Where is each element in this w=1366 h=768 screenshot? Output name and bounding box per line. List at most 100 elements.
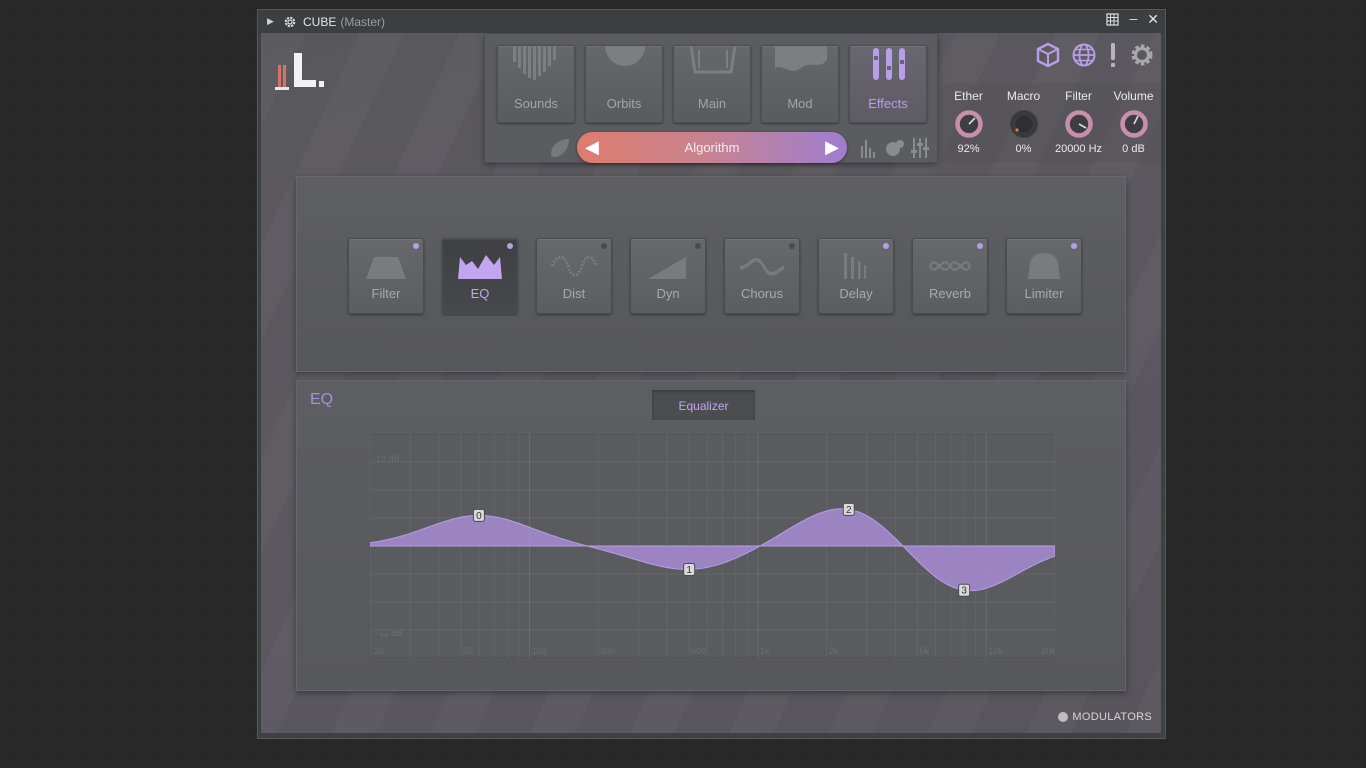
fx-enabled-dot: [601, 243, 607, 249]
eq-band-node[interactable]: 0: [472, 508, 485, 522]
effects-panel: Filter EQ Dist Dyn Chorus Delay Reverb L…: [296, 176, 1126, 372]
window-subtitle: (Master): [340, 14, 386, 29]
fx-limiter-button[interactable]: Limiter: [1006, 238, 1082, 314]
macro-name: Macro: [1006, 89, 1041, 103]
eq-graph[interactable]: 12 dB -12 dB 20 50 100 200 500 1k 2k 5k 10k 20k 0…: [370, 434, 1055, 658]
fx-enabled-dot: [883, 243, 889, 249]
macro-knob[interactable]: [1009, 109, 1039, 139]
freq-label: 1k: [760, 646, 770, 656]
macro-name: Volume: [1113, 89, 1154, 103]
orbits-icon: [605, 46, 645, 66]
freq-label: 500: [691, 646, 706, 656]
tab-sounds[interactable]: Sounds: [497, 45, 575, 123]
mixer-icon[interactable]: [910, 138, 930, 158]
eq-band-node[interactable]: 2: [842, 502, 855, 516]
macro-value: 0%: [1015, 143, 1032, 155]
freq-label: 10k: [988, 646, 1003, 656]
freq-label: 5k: [920, 646, 930, 656]
browser-icon[interactable]: [1106, 13, 1120, 26]
macro-knobs: Ether 92% Macro 0% Filter 20000 Hz Volum…: [941, 83, 1161, 163]
eq-band-node[interactable]: 1: [683, 562, 696, 576]
fx-label: Chorus: [741, 286, 783, 301]
algorithm-label: Algorithm: [684, 140, 740, 155]
macro-name: Ether: [954, 89, 983, 103]
fx-reverb-button[interactable]: Reverb: [912, 238, 988, 314]
settings-gear-icon[interactable]: [1129, 42, 1155, 68]
filter-knob[interactable]: [1064, 109, 1094, 139]
brand-logo: [275, 53, 324, 90]
fx-enabled-dot: [507, 243, 513, 249]
freq-label: 100: [532, 646, 547, 656]
fx-label: Limiter: [1024, 286, 1064, 301]
globe-icon[interactable]: [1071, 42, 1097, 68]
macro-name: Filter: [1065, 89, 1092, 103]
title-bar[interactable]: ▶ CUBE (Master) – ✕: [258, 10, 1165, 33]
main-icon: [689, 46, 737, 74]
fx-enabled-dot: [695, 243, 701, 249]
dyn-ramp-icon: [648, 257, 686, 279]
eq-title: EQ: [310, 391, 334, 408]
ether-knob[interactable]: [954, 109, 984, 139]
macro-volume: Volume 0 dB: [1106, 89, 1161, 155]
macro-macro: Macro 0%: [996, 89, 1051, 155]
freq-label: 20: [374, 646, 384, 656]
fx-filter-button[interactable]: Filter: [348, 238, 424, 314]
eq-band-label: 2: [846, 505, 852, 516]
navigation-panel: Sounds Orbits Main Mod Effects ◀ Algorit…: [484, 33, 938, 163]
modulators-label: MODULATORS: [1072, 711, 1152, 723]
fx-dist-button[interactable]: Dist: [536, 238, 612, 314]
freq-label: 20k: [1041, 646, 1055, 656]
spectrum-icon[interactable]: [860, 138, 878, 158]
collapse-arrow-icon[interactable]: ▶: [267, 16, 275, 27]
chorus-wave-icon: [739, 257, 785, 276]
fx-enabled-dot: [1071, 243, 1077, 249]
alert-icon[interactable]: [1107, 42, 1119, 68]
minimize-icon[interactable]: –: [1129, 11, 1137, 26]
plugin-body: Sounds Orbits Main Mod Effects ◀ Algorit…: [261, 33, 1161, 733]
eq-band-label: 1: [686, 565, 692, 576]
volume-knob[interactable]: [1119, 109, 1149, 139]
fx-label: Dyn: [656, 286, 680, 301]
modulators-toggle[interactable]: MODULATORS: [1058, 711, 1152, 723]
algorithm-selector[interactable]: ◀ Algorithm ▶: [577, 132, 847, 163]
eq-band-label: 3: [961, 586, 967, 597]
fx-label: EQ: [470, 286, 490, 301]
db-top-label: 12 dB: [376, 454, 400, 464]
fx-dyn-button[interactable]: Dyn: [630, 238, 706, 314]
fx-delay-button[interactable]: Delay: [818, 238, 894, 314]
eq-panel: EQ Equalizer 12 dB -12 dB 20 50 100 200 500 1…: [296, 380, 1126, 691]
equalizer-tab-label: Equalizer: [678, 399, 729, 413]
prev-arrow-icon[interactable]: ◀: [585, 132, 599, 163]
dist-wave-icon: [550, 255, 598, 277]
tab-mod[interactable]: Mod: [761, 45, 839, 123]
leaf-icon[interactable]: [549, 137, 571, 159]
eq-shape-icon: [458, 255, 502, 279]
plugin-gear-icon[interactable]: [283, 15, 297, 29]
blobs-icon[interactable]: [885, 138, 905, 158]
macro-value: 0 dB: [1122, 143, 1145, 155]
fx-label: Dist: [562, 286, 586, 301]
window-title: CUBE: [303, 14, 337, 29]
eq-band-label: 0: [476, 511, 482, 522]
tab-orbits[interactable]: Orbits: [585, 45, 663, 123]
fx-eq-button[interactable]: EQ: [442, 238, 518, 314]
fx-label: Reverb: [929, 286, 971, 301]
mod-icon: [775, 46, 827, 71]
tab-label: Sounds: [513, 96, 559, 111]
effects-icon: [873, 48, 905, 80]
tab-main[interactable]: Main: [673, 45, 751, 123]
fx-enabled-dot: [413, 243, 419, 249]
close-icon[interactable]: ✕: [1147, 12, 1159, 26]
macro-value: 20000 Hz: [1054, 143, 1103, 155]
fx-chorus-button[interactable]: Chorus: [724, 238, 800, 314]
next-arrow-icon[interactable]: ▶: [825, 132, 839, 163]
reverb-wave-icon: [929, 261, 971, 271]
macro-filter: Filter 20000 Hz: [1051, 89, 1106, 155]
tab-label: Mod: [787, 96, 813, 111]
cube-icon[interactable]: [1035, 42, 1061, 68]
equalizer-tab[interactable]: Equalizer: [651, 389, 756, 421]
tab-effects[interactable]: Effects: [849, 45, 927, 123]
eq-band-node[interactable]: 3: [958, 583, 971, 597]
fx-label: Filter: [371, 286, 401, 301]
macro-ether: Ether 92%: [941, 89, 996, 155]
